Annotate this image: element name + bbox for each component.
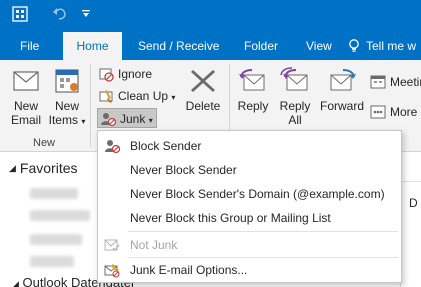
more-text: More	[390, 105, 418, 119]
menu-label: Never Block this Group or Mailing List	[130, 211, 331, 225]
folder-item-redacted[interactable]	[30, 234, 82, 245]
tell-me-search[interactable]: Tell me w	[348, 32, 416, 60]
more-respond-button[interactable]: More ▾	[368, 102, 421, 122]
menu-item-never-block-group[interactable]: Never Block this Group or Mailing List	[98, 207, 401, 229]
favorites-label: Favorites	[19, 160, 78, 176]
collapse-triangle-icon[interactable]: ◢	[12, 279, 19, 287]
search-strip	[401, 164, 421, 182]
undo-icon[interactable]	[52, 6, 68, 22]
group-separator	[90, 64, 91, 148]
menu-item-junk-options[interactable]: Junk E-mail Options...	[98, 259, 401, 281]
menu-label: Block Sender	[130, 139, 202, 153]
menu-item-not-junk: Not Junk	[98, 234, 401, 256]
favorites-header[interactable]: ◢ Favorites	[9, 160, 78, 176]
delete-icon	[191, 70, 215, 92]
junk-menu: Block Sender Never Block Sender Never Bl…	[97, 130, 402, 283]
folder-item-redacted[interactable]	[30, 188, 78, 199]
tab-file[interactable]: File	[20, 32, 39, 60]
reply-icon	[239, 69, 265, 91]
menu-item-never-block-domain[interactable]: Never Block Sender's Domain (@example.co…	[98, 183, 401, 205]
not-junk-icon	[104, 239, 120, 252]
clean-up-text: Clean Up	[118, 89, 169, 103]
reply-all-icon	[280, 67, 308, 91]
dropdown-caret-icon: ▾	[171, 93, 176, 102]
menu-label: Junk E-mail Options...	[130, 263, 248, 277]
tab-home[interactable]: Home	[63, 32, 122, 60]
menu-label: Never Block Sender's Domain (@example.co…	[130, 187, 385, 201]
reply-all-button[interactable]: Reply All	[274, 66, 316, 127]
group-label-new: New	[33, 137, 56, 149]
ignore-button[interactable]: Ignore	[96, 64, 166, 84]
folder-pane: ◢ Favorites	[0, 152, 100, 287]
delete-button[interactable]: Delete	[180, 66, 226, 113]
menu-item-block-sender[interactable]: Block Sender	[98, 135, 401, 157]
tell-me-label: Tell me w	[366, 39, 417, 53]
forward-button[interactable]: Forward	[318, 66, 366, 113]
collapse-triangle-icon[interactable]: ◢	[9, 163, 16, 174]
menu-separator	[128, 231, 398, 232]
tab-folder[interactable]: Folder	[244, 32, 278, 60]
more-label: More ▾	[390, 102, 421, 124]
new-items-button[interactable]: New Items ▾	[46, 66, 88, 129]
new-items-text: New Items	[48, 99, 79, 127]
dropdown-caret-icon: ▾	[81, 117, 86, 126]
new-email-button[interactable]: New Email	[6, 66, 46, 127]
new-items-icon	[55, 69, 79, 93]
block-sender-icon	[105, 140, 120, 154]
junk-button[interactable]: Junk ▾	[97, 108, 157, 128]
more-icon	[370, 105, 386, 119]
reply-all-label: Reply All	[279, 99, 311, 127]
menu-item-never-block-sender[interactable]: Never Block Sender	[98, 159, 401, 181]
menu-label: Not Junk	[130, 238, 178, 252]
tab-send-receive[interactable]: Send / Receive	[138, 32, 219, 60]
meeting-label: Meetin	[390, 75, 421, 89]
folder-item-redacted[interactable]	[30, 210, 90, 221]
junk-text: Junk	[120, 112, 146, 126]
clean-up-button[interactable]: Clean Up ▾	[96, 86, 180, 106]
column-header-letter: D	[409, 196, 418, 210]
new-items-label: New Items ▾	[46, 99, 88, 129]
junk-label: Junk ▾	[120, 109, 153, 131]
folder-item-redacted[interactable]	[30, 256, 74, 267]
reply-label: Reply	[237, 99, 269, 113]
ignore-icon	[99, 68, 114, 82]
junk-icon	[101, 113, 116, 127]
message-list-edge: D	[400, 152, 421, 287]
tab-view[interactable]: View	[306, 32, 332, 60]
meeting-icon	[370, 75, 386, 89]
clean-up-label: Clean Up ▾	[118, 86, 175, 108]
outlook-app-icon[interactable]	[12, 6, 28, 22]
junk-options-icon	[104, 264, 120, 278]
forward-icon	[330, 69, 356, 91]
title-bar	[0, 0, 421, 32]
ignore-label: Ignore	[118, 67, 153, 81]
meeting-button[interactable]: Meetin	[368, 72, 421, 92]
customize-qat-icon[interactable]	[82, 10, 90, 18]
menu-label: Never Block Sender	[130, 163, 237, 177]
lightbulb-icon	[349, 39, 359, 52]
dropdown-caret-icon: ▾	[148, 116, 153, 125]
menu-separator	[128, 257, 398, 258]
clean-up-icon	[99, 90, 113, 103]
ribbon-tab-row: File Home Send / Receive Folder View Tel…	[0, 32, 421, 60]
delete-label: Delete	[185, 99, 221, 113]
new-email-icon	[13, 71, 39, 91]
reply-button[interactable]: Reply	[232, 66, 274, 113]
forward-label: Forward	[319, 99, 364, 113]
new-email-label: New Email	[10, 99, 41, 127]
